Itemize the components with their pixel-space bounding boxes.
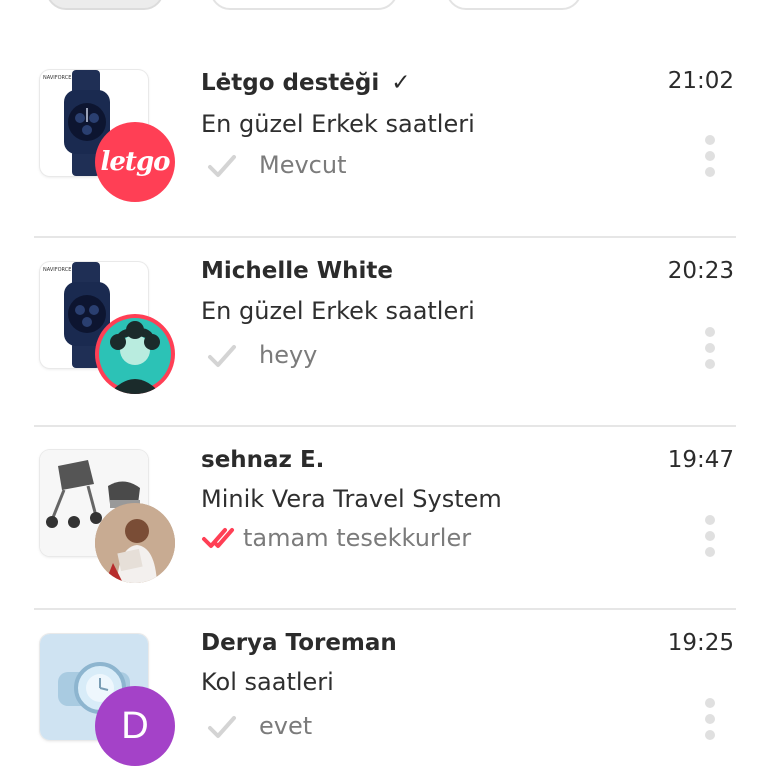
last-message: heyy xyxy=(201,340,317,370)
svg-text:NAVIFORCE: NAVIFORCE xyxy=(43,75,71,81)
message-time: 19:47 xyxy=(667,447,734,473)
single-check-icon xyxy=(208,345,236,367)
last-message: Mevcut xyxy=(201,150,347,180)
more-options-icon[interactable] xyxy=(704,698,716,740)
last-message: tamam tesekkurler xyxy=(201,523,471,553)
message-preview: evet xyxy=(259,712,313,740)
letgo-logo-avatar: letgo xyxy=(95,122,175,202)
product-title: En güzel Erkek saatleri xyxy=(201,110,475,138)
divider xyxy=(34,608,736,610)
message-preview: heyy xyxy=(259,341,318,369)
message-preview: tamam tesekkurler xyxy=(243,524,472,552)
single-check-icon xyxy=(208,155,236,177)
user-avatar xyxy=(95,503,175,583)
verified-check-icon: ✓ xyxy=(391,70,411,96)
product-title: Minik Vera Travel System xyxy=(201,485,502,513)
user-avatar: D xyxy=(95,686,175,766)
filter-tab-all[interactable] xyxy=(46,0,164,10)
contact-name: Derya Toreman xyxy=(201,630,397,656)
product-title: En güzel Erkek saatleri xyxy=(201,297,475,325)
user-avatar xyxy=(95,314,175,394)
divider xyxy=(34,425,736,427)
filter-tab-buying[interactable] xyxy=(210,0,398,10)
double-check-icon xyxy=(202,528,234,548)
divider xyxy=(34,236,736,238)
single-check-icon xyxy=(208,716,236,738)
contact-name: Lėtgo destėği ✓ xyxy=(201,70,411,96)
message-preview: Mevcut xyxy=(259,151,347,179)
message-time: 20:23 xyxy=(667,258,734,284)
last-message: evet xyxy=(201,711,312,741)
message-time: 19:25 xyxy=(667,630,734,656)
more-options-icon[interactable] xyxy=(704,327,716,369)
svg-text:NAVIFORCE: NAVIFORCE xyxy=(43,267,71,273)
contact-name: Michelle White xyxy=(201,258,393,284)
more-options-icon[interactable] xyxy=(704,135,716,177)
more-options-icon[interactable] xyxy=(704,515,716,557)
filter-tab-selling[interactable] xyxy=(446,0,582,10)
message-time: 21:02 xyxy=(667,68,734,94)
contact-name: sehnaz E. xyxy=(201,447,325,473)
product-title: Kol saatleri xyxy=(201,668,334,696)
